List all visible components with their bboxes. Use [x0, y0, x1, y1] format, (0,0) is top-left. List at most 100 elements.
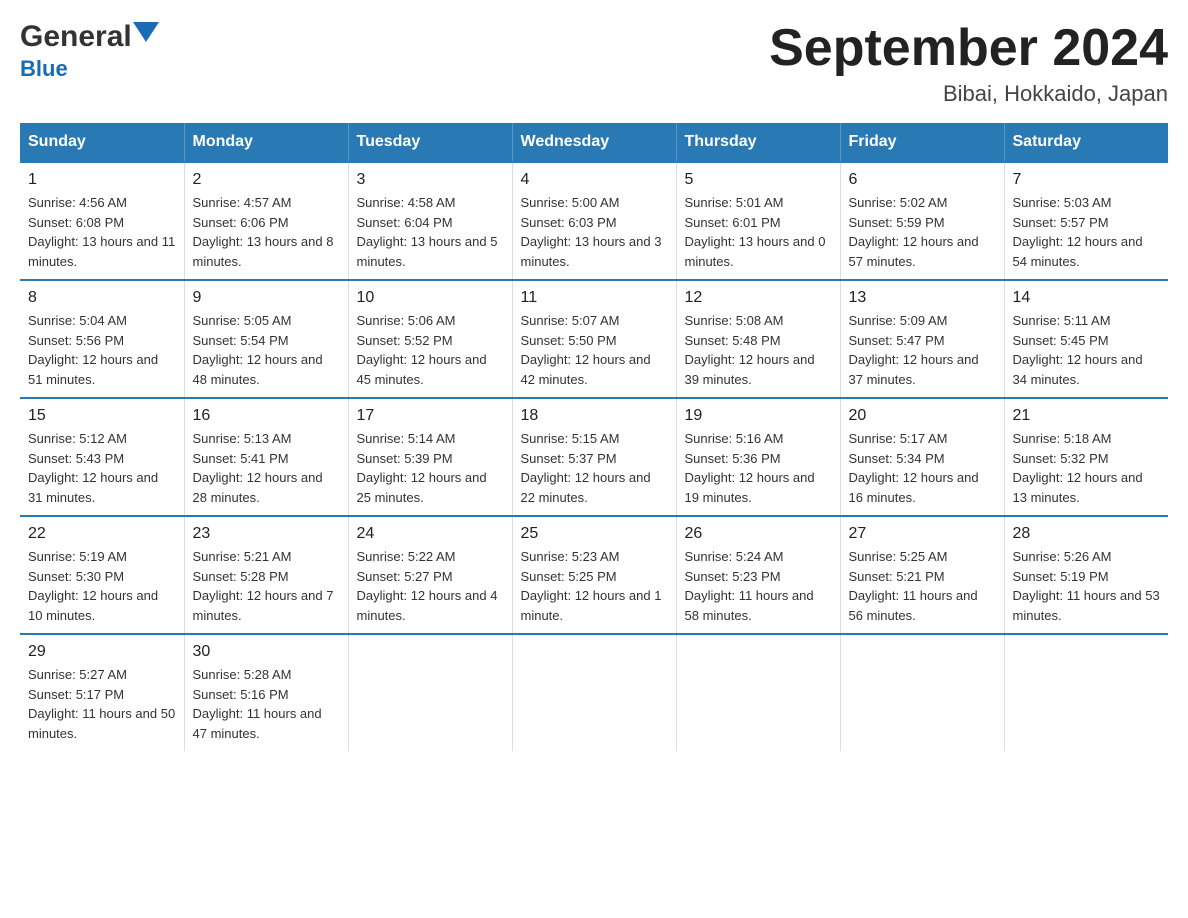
day-number: 5: [685, 171, 832, 189]
col-tuesday: Tuesday: [348, 123, 512, 162]
day-number: 6: [849, 171, 996, 189]
day-info: Sunrise: 5:05 AMSunset: 5:54 PMDaylight:…: [193, 311, 340, 389]
calendar-cell: 26 Sunrise: 5:24 AMSunset: 5:23 PMDayligh…: [676, 516, 840, 634]
day-info: Sunrise: 5:18 AMSunset: 5:32 PMDaylight:…: [1013, 429, 1161, 507]
day-number: 22: [28, 525, 176, 543]
day-info: Sunrise: 5:24 AMSunset: 5:23 PMDaylight:…: [685, 547, 832, 625]
day-number: 30: [193, 643, 340, 661]
day-info: Sunrise: 5:23 AMSunset: 5:25 PMDaylight:…: [521, 547, 668, 625]
calendar-body: 1Sunrise: 4:56 AMSunset: 6:08 PMDaylight…: [20, 162, 1168, 751]
day-number: 7: [1013, 171, 1161, 189]
day-info: Sunrise: 5:17 AMSunset: 5:34 PMDaylight:…: [849, 429, 996, 507]
logo-general-text: General: [20, 20, 132, 54]
day-number: 18: [521, 407, 668, 425]
day-number: 8: [28, 289, 176, 307]
day-number: 13: [849, 289, 996, 307]
calendar-table: Sunday Monday Tuesday Wednesday Thursday…: [20, 123, 1168, 751]
calendar-cell: 1Sunrise: 4:56 AMSunset: 6:08 PMDaylight…: [20, 162, 184, 280]
day-number: 3: [357, 171, 504, 189]
day-number: 21: [1013, 407, 1161, 425]
day-number: 19: [685, 407, 832, 425]
calendar-cell: 16 Sunrise: 5:13 AMSunset: 5:41 PMDayligh…: [184, 398, 348, 516]
calendar-cell: 22 Sunrise: 5:19 AMSunset: 5:30 PMDayligh…: [20, 516, 184, 634]
calendar-cell: [348, 634, 512, 751]
day-info: Sunrise: 4:56 AMSunset: 6:08 PMDaylight:…: [28, 193, 176, 271]
calendar-week-row: 22 Sunrise: 5:19 AMSunset: 5:30 PMDayligh…: [20, 516, 1168, 634]
day-info: Sunrise: 5:12 AMSunset: 5:43 PMDaylight:…: [28, 429, 176, 507]
day-number: 2: [193, 171, 340, 189]
day-info: Sunrise: 5:08 AMSunset: 5:48 PMDaylight:…: [685, 311, 832, 389]
calendar-cell: 3 Sunrise: 4:58 AMSunset: 6:04 PMDaylight…: [348, 162, 512, 280]
day-info: Sunrise: 4:57 AMSunset: 6:06 PMDaylight:…: [193, 193, 340, 271]
calendar-cell: 14 Sunrise: 5:11 AMSunset: 5:45 PMDayligh…: [1004, 280, 1168, 398]
page-subtitle: Bibai, Hokkaido, Japan: [769, 81, 1168, 107]
calendar-cell: 9 Sunrise: 5:05 AMSunset: 5:54 PMDaylight…: [184, 280, 348, 398]
day-number: 14: [1013, 289, 1161, 307]
calendar-cell: 21 Sunrise: 5:18 AMSunset: 5:32 PMDayligh…: [1004, 398, 1168, 516]
logo-wordmark: General: [20, 20, 159, 54]
day-info: Sunrise: 5:04 AMSunset: 5:56 PMDaylight:…: [28, 311, 176, 389]
col-friday: Friday: [840, 123, 1004, 162]
calendar-cell: 5 Sunrise: 5:01 AMSunset: 6:01 PMDaylight…: [676, 162, 840, 280]
logo-triangle-icon: [133, 22, 159, 48]
day-number: 9: [193, 289, 340, 307]
day-number: 29: [28, 643, 176, 661]
calendar-cell: 8 Sunrise: 5:04 AMSunset: 5:56 PMDaylight…: [20, 280, 184, 398]
day-number: 10: [357, 289, 504, 307]
day-info: Sunrise: 5:14 AMSunset: 5:39 PMDaylight:…: [357, 429, 504, 507]
calendar-cell: 20 Sunrise: 5:17 AMSunset: 5:34 PMDayligh…: [840, 398, 1004, 516]
day-info: Sunrise: 5:02 AMSunset: 5:59 PMDaylight:…: [849, 193, 996, 271]
day-info: Sunrise: 5:01 AMSunset: 6:01 PMDaylight:…: [685, 193, 832, 271]
day-info: Sunrise: 5:09 AMSunset: 5:47 PMDaylight:…: [849, 311, 996, 389]
calendar-cell: 11 Sunrise: 5:07 AMSunset: 5:50 PMDayligh…: [512, 280, 676, 398]
calendar-cell: 27Sunrise: 5:25 AMSunset: 5:21 PMDayligh…: [840, 516, 1004, 634]
calendar-cell: 28Sunrise: 5:26 AMSunset: 5:19 PMDayligh…: [1004, 516, 1168, 634]
calendar-cell: 15 Sunrise: 5:12 AMSunset: 5:43 PMDayligh…: [20, 398, 184, 516]
calendar-cell: 19Sunrise: 5:16 AMSunset: 5:36 PMDayligh…: [676, 398, 840, 516]
calendar-cell: 24Sunrise: 5:22 AMSunset: 5:27 PMDayligh…: [348, 516, 512, 634]
day-number: 24: [357, 525, 504, 543]
day-info: Sunrise: 5:07 AMSunset: 5:50 PMDaylight:…: [521, 311, 668, 389]
calendar-cell: 29 Sunrise: 5:27 AMSunset: 5:17 PMDayligh…: [20, 634, 184, 751]
calendar-cell: 6 Sunrise: 5:02 AMSunset: 5:59 PMDaylight…: [840, 162, 1004, 280]
calendar-cell: [840, 634, 1004, 751]
logo-blue-text: Blue: [20, 56, 68, 82]
day-number: 11: [521, 289, 668, 307]
title-block: September 2024 Bibai, Hokkaido, Japan: [769, 20, 1168, 107]
day-info: Sunrise: 5:03 AMSunset: 5:57 PMDaylight:…: [1013, 193, 1161, 271]
day-number: 16: [193, 407, 340, 425]
day-info: Sunrise: 5:26 AMSunset: 5:19 PMDaylight:…: [1013, 547, 1161, 625]
calendar-cell: [676, 634, 840, 751]
calendar-cell: 30 Sunrise: 5:28 AMSunset: 5:16 PMDayligh…: [184, 634, 348, 751]
calendar-cell: [512, 634, 676, 751]
col-wednesday: Wednesday: [512, 123, 676, 162]
day-info: Sunrise: 5:21 AMSunset: 5:28 PMDaylight:…: [193, 547, 340, 625]
day-info: Sunrise: 5:25 AMSunset: 5:21 PMDaylight:…: [849, 547, 996, 625]
calendar-cell: [1004, 634, 1168, 751]
day-number: 26: [685, 525, 832, 543]
day-info: Sunrise: 5:28 AMSunset: 5:16 PMDaylight:…: [193, 665, 340, 743]
calendar-cell: 10Sunrise: 5:06 AMSunset: 5:52 PMDayligh…: [348, 280, 512, 398]
page-header: General Blue September 2024 Bibai, Hokka…: [20, 20, 1168, 107]
calendar-header: Sunday Monday Tuesday Wednesday Thursday…: [20, 123, 1168, 162]
calendar-cell: 4Sunrise: 5:00 AMSunset: 6:03 PMDaylight…: [512, 162, 676, 280]
day-info: Sunrise: 4:58 AMSunset: 6:04 PMDaylight:…: [357, 193, 504, 271]
day-number: 20: [849, 407, 996, 425]
calendar-week-row: 1Sunrise: 4:56 AMSunset: 6:08 PMDaylight…: [20, 162, 1168, 280]
calendar-cell: 2 Sunrise: 4:57 AMSunset: 6:06 PMDaylight…: [184, 162, 348, 280]
day-info: Sunrise: 5:19 AMSunset: 5:30 PMDaylight:…: [28, 547, 176, 625]
logo: General Blue: [20, 20, 159, 82]
calendar-week-row: 15 Sunrise: 5:12 AMSunset: 5:43 PMDayligh…: [20, 398, 1168, 516]
day-info: Sunrise: 5:13 AMSunset: 5:41 PMDaylight:…: [193, 429, 340, 507]
day-number: 15: [28, 407, 176, 425]
calendar-cell: 18Sunrise: 5:15 AMSunset: 5:37 PMDayligh…: [512, 398, 676, 516]
day-info: Sunrise: 5:11 AMSunset: 5:45 PMDaylight:…: [1013, 311, 1161, 389]
day-number: 17: [357, 407, 504, 425]
day-info: Sunrise: 5:27 AMSunset: 5:17 PMDaylight:…: [28, 665, 176, 743]
col-sunday: Sunday: [20, 123, 184, 162]
day-number: 23: [193, 525, 340, 543]
calendar-cell: 25Sunrise: 5:23 AMSunset: 5:25 PMDayligh…: [512, 516, 676, 634]
calendar-cell: 7 Sunrise: 5:03 AMSunset: 5:57 PMDaylight…: [1004, 162, 1168, 280]
calendar-cell: 13 Sunrise: 5:09 AMSunset: 5:47 PMDayligh…: [840, 280, 1004, 398]
day-number: 4: [521, 171, 668, 189]
